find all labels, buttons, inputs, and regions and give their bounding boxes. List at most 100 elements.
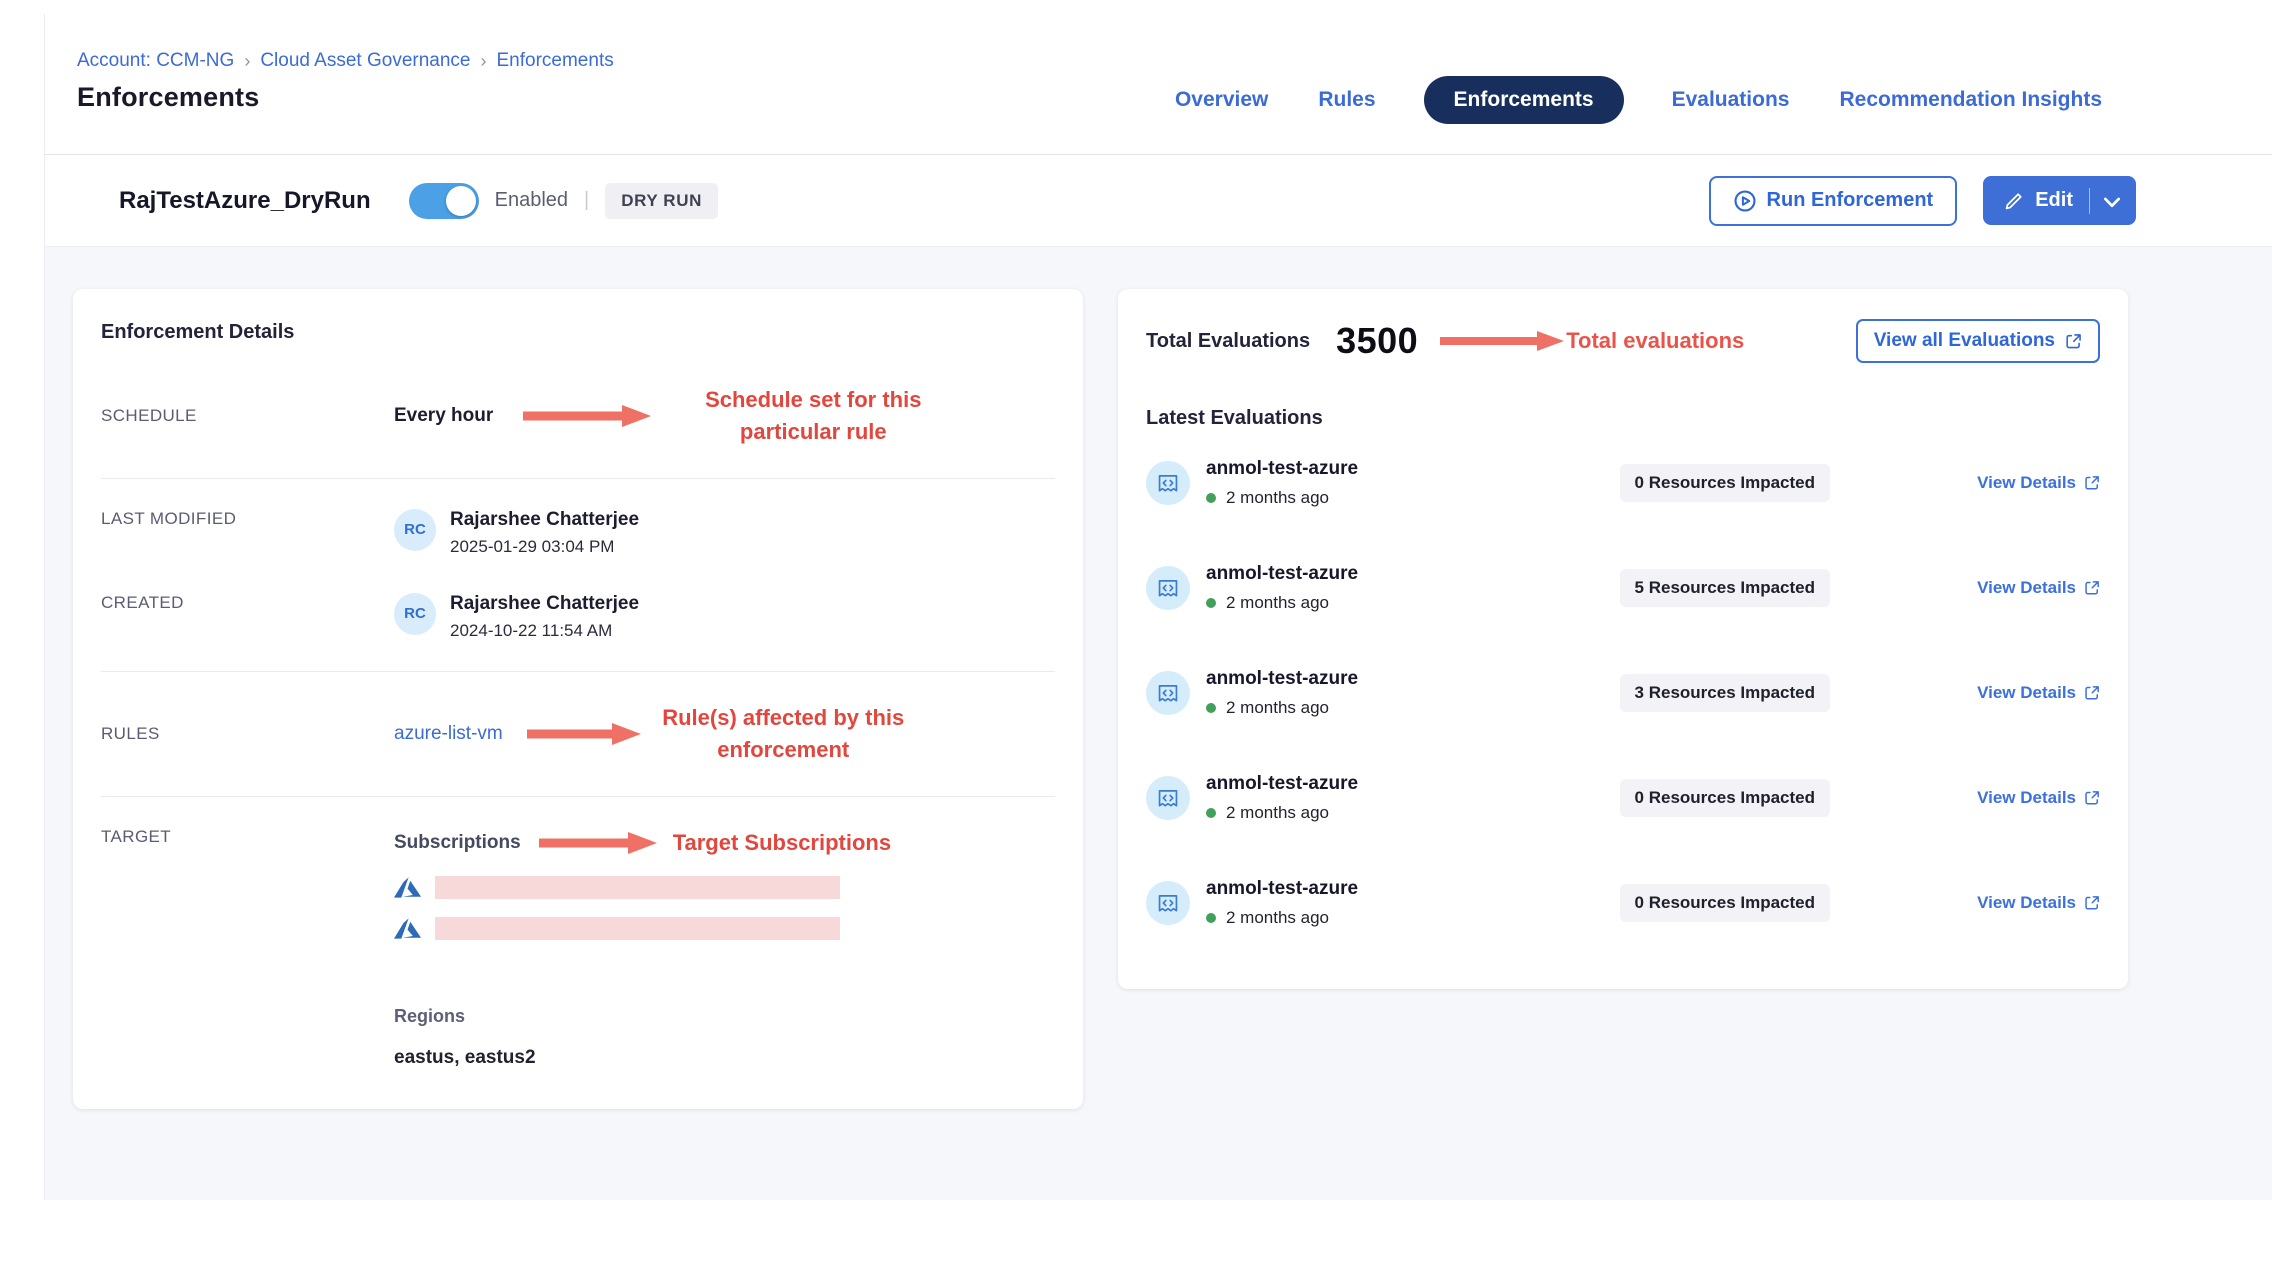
- regions-label: Regions: [394, 1006, 1055, 1027]
- view-details-label: View Details: [1977, 788, 2076, 808]
- tab-evaluations[interactable]: Evaluations: [1670, 76, 1792, 124]
- run-enforcement-button[interactable]: Run Enforcement: [1709, 176, 1958, 226]
- rules-label: RULES: [101, 724, 394, 744]
- evaluation-time: 2 months ago: [1226, 698, 1329, 718]
- view-details-label: View Details: [1977, 473, 2076, 493]
- view-details-link[interactable]: View Details: [1950, 788, 2100, 808]
- edit-menu-button[interactable]: [2090, 182, 2136, 220]
- pencil-icon: [2003, 190, 2025, 212]
- status-dot: [1206, 493, 1216, 503]
- created-name: Rajarshee Chatterjee: [450, 593, 639, 615]
- evaluation-name: anmol-test-azure: [1206, 563, 1620, 585]
- divider: [101, 671, 1055, 672]
- annotation-arrow-icon: [1438, 329, 1566, 353]
- person-info: Rajarshee Chatterjee 2025-01-29 03:04 PM: [450, 509, 639, 557]
- enabled-toggle[interactable]: [409, 183, 479, 219]
- last-modified-person: RC Rajarshee Chatterjee 2025-01-29 03:04…: [394, 509, 1055, 557]
- evaluation-row: anmol-test-azure 2 months ago 0 Resource…: [1146, 430, 2100, 535]
- view-details-link[interactable]: View Details: [1950, 683, 2100, 703]
- edit-button-label: Edit: [2035, 189, 2073, 212]
- view-details-link[interactable]: View Details: [1950, 473, 2100, 493]
- view-details-label: View Details: [1977, 578, 2076, 598]
- resources-impacted-badge: 0 Resources Impacted: [1620, 884, 1830, 922]
- schedule-value: Every hour: [394, 405, 493, 427]
- created-label: CREATED: [101, 593, 394, 613]
- resources-impacted-badge: 0 Resources Impacted: [1620, 464, 1830, 502]
- view-details-link[interactable]: View Details: [1950, 893, 2100, 913]
- external-link-icon: [2065, 333, 2082, 350]
- breadcrumb-governance[interactable]: Cloud Asset Governance: [260, 50, 470, 72]
- subscriptions-annotation: Target Subscriptions: [673, 827, 891, 859]
- view-all-evaluations-label: View all Evaluations: [1874, 330, 2055, 352]
- rule-link[interactable]: azure-list-vm: [394, 723, 503, 745]
- toggle-label: Enabled: [495, 189, 568, 212]
- policy-code-icon: [1146, 461, 1190, 505]
- schedule-value-line: Every hour Schedule set for this particu…: [394, 384, 1055, 448]
- schedule-label: SCHEDULE: [101, 406, 394, 426]
- evaluation-name: anmol-test-azure: [1206, 458, 1620, 480]
- breadcrumb-enforcements[interactable]: Enforcements: [497, 50, 614, 72]
- external-link-icon: [2084, 685, 2100, 701]
- evaluation-name: anmol-test-azure: [1206, 878, 1620, 900]
- evaluation-name: anmol-test-azure: [1206, 668, 1620, 690]
- target-label: TARGET: [101, 827, 394, 847]
- evaluation-info: anmol-test-azure 2 months ago: [1206, 878, 1620, 928]
- evaluation-name: anmol-test-azure: [1206, 773, 1620, 795]
- evaluation-meta: 2 months ago: [1206, 803, 1620, 823]
- edit-button[interactable]: Edit: [1983, 176, 2089, 225]
- evaluation-row: anmol-test-azure 2 months ago 5 Resource…: [1146, 535, 2100, 640]
- header: Account: CCM-NG › Cloud Asset Governance…: [45, 14, 2272, 155]
- rules-value-line: azure-list-vm Rule(s) affected by this e…: [394, 702, 1055, 766]
- tab-rules[interactable]: Rules: [1316, 76, 1377, 124]
- evaluation-time: 2 months ago: [1226, 593, 1329, 613]
- evaluations-card: Total Evaluations 3500 Total evaluations…: [1118, 289, 2128, 989]
- schedule-row: SCHEDULE Every hour Schedule set for thi…: [101, 384, 1055, 448]
- subscription-item: [394, 876, 1055, 899]
- tab-overview[interactable]: Overview: [1173, 76, 1270, 124]
- subscriptions-line: Subscriptions Target Subscriptions: [394, 827, 1055, 859]
- status-dot: [1206, 808, 1216, 818]
- target-row: TARGET Subscriptions Target Subscription…: [101, 827, 1055, 1070]
- dry-run-badge: DRY RUN: [605, 183, 718, 219]
- divider: [101, 478, 1055, 479]
- enforcement-toolbar: RajTestAzure_DryRun Enabled | DRY RUN Ru…: [45, 155, 2272, 247]
- audit-section: LAST MODIFIED RC Rajarshee Chatterjee 20…: [101, 509, 1055, 641]
- evaluation-meta: 2 months ago: [1206, 698, 1620, 718]
- resources-impacted-badge: 5 Resources Impacted: [1620, 569, 1830, 607]
- total-evaluations-value: 3500: [1336, 320, 1418, 362]
- toggle-knob: [446, 186, 476, 216]
- run-enforcement-label: Run Enforcement: [1767, 189, 1934, 212]
- evaluation-meta: 2 months ago: [1206, 908, 1620, 928]
- tab-enforcements[interactable]: Enforcements: [1424, 76, 1624, 124]
- rules-row: RULES azure-list-vm Rule(s) affected by …: [101, 702, 1055, 766]
- tab-recommendation-insights[interactable]: Recommendation Insights: [1837, 76, 2104, 124]
- evaluation-info: anmol-test-azure 2 months ago: [1206, 458, 1620, 508]
- chevron-down-icon: [2104, 197, 2120, 208]
- total-evaluations-annotation: Total evaluations: [1566, 328, 1744, 354]
- divider: |: [584, 189, 589, 212]
- divider: [101, 796, 1055, 797]
- evaluation-time: 2 months ago: [1226, 908, 1329, 928]
- view-details-label: View Details: [1977, 893, 2076, 913]
- view-all-evaluations-button[interactable]: View all Evaluations: [1856, 319, 2100, 363]
- policy-code-icon: [1146, 671, 1190, 715]
- header-left: Account: CCM-NG › Cloud Asset Governance…: [77, 44, 614, 113]
- latest-evaluations-title: Latest Evaluations: [1146, 407, 2100, 430]
- evaluation-row: anmol-test-azure 2 months ago 0 Resource…: [1146, 745, 2100, 850]
- annotation-arrow-icon: [521, 402, 653, 430]
- created-person: RC Rajarshee Chatterjee 2024-10-22 11:54…: [394, 593, 1055, 641]
- redacted-subscription-name: [435, 876, 840, 899]
- details-card-title: Enforcement Details: [101, 321, 1055, 344]
- last-modified-name: Rajarshee Chatterjee: [450, 509, 639, 531]
- last-modified-row: LAST MODIFIED RC Rajarshee Chatterjee 20…: [101, 509, 1055, 557]
- avatar: RC: [394, 593, 436, 635]
- status-dot: [1206, 703, 1216, 713]
- evaluations-header: Total Evaluations 3500 Total evaluations…: [1146, 319, 2100, 363]
- policy-code-icon: [1146, 776, 1190, 820]
- view-details-link[interactable]: View Details: [1950, 578, 2100, 598]
- status-dot: [1206, 913, 1216, 923]
- breadcrumb-account[interactable]: Account: CCM-NG: [77, 50, 234, 72]
- evaluation-time: 2 months ago: [1226, 488, 1329, 508]
- breadcrumb: Account: CCM-NG › Cloud Asset Governance…: [77, 50, 614, 72]
- evaluation-info: anmol-test-azure 2 months ago: [1206, 773, 1620, 823]
